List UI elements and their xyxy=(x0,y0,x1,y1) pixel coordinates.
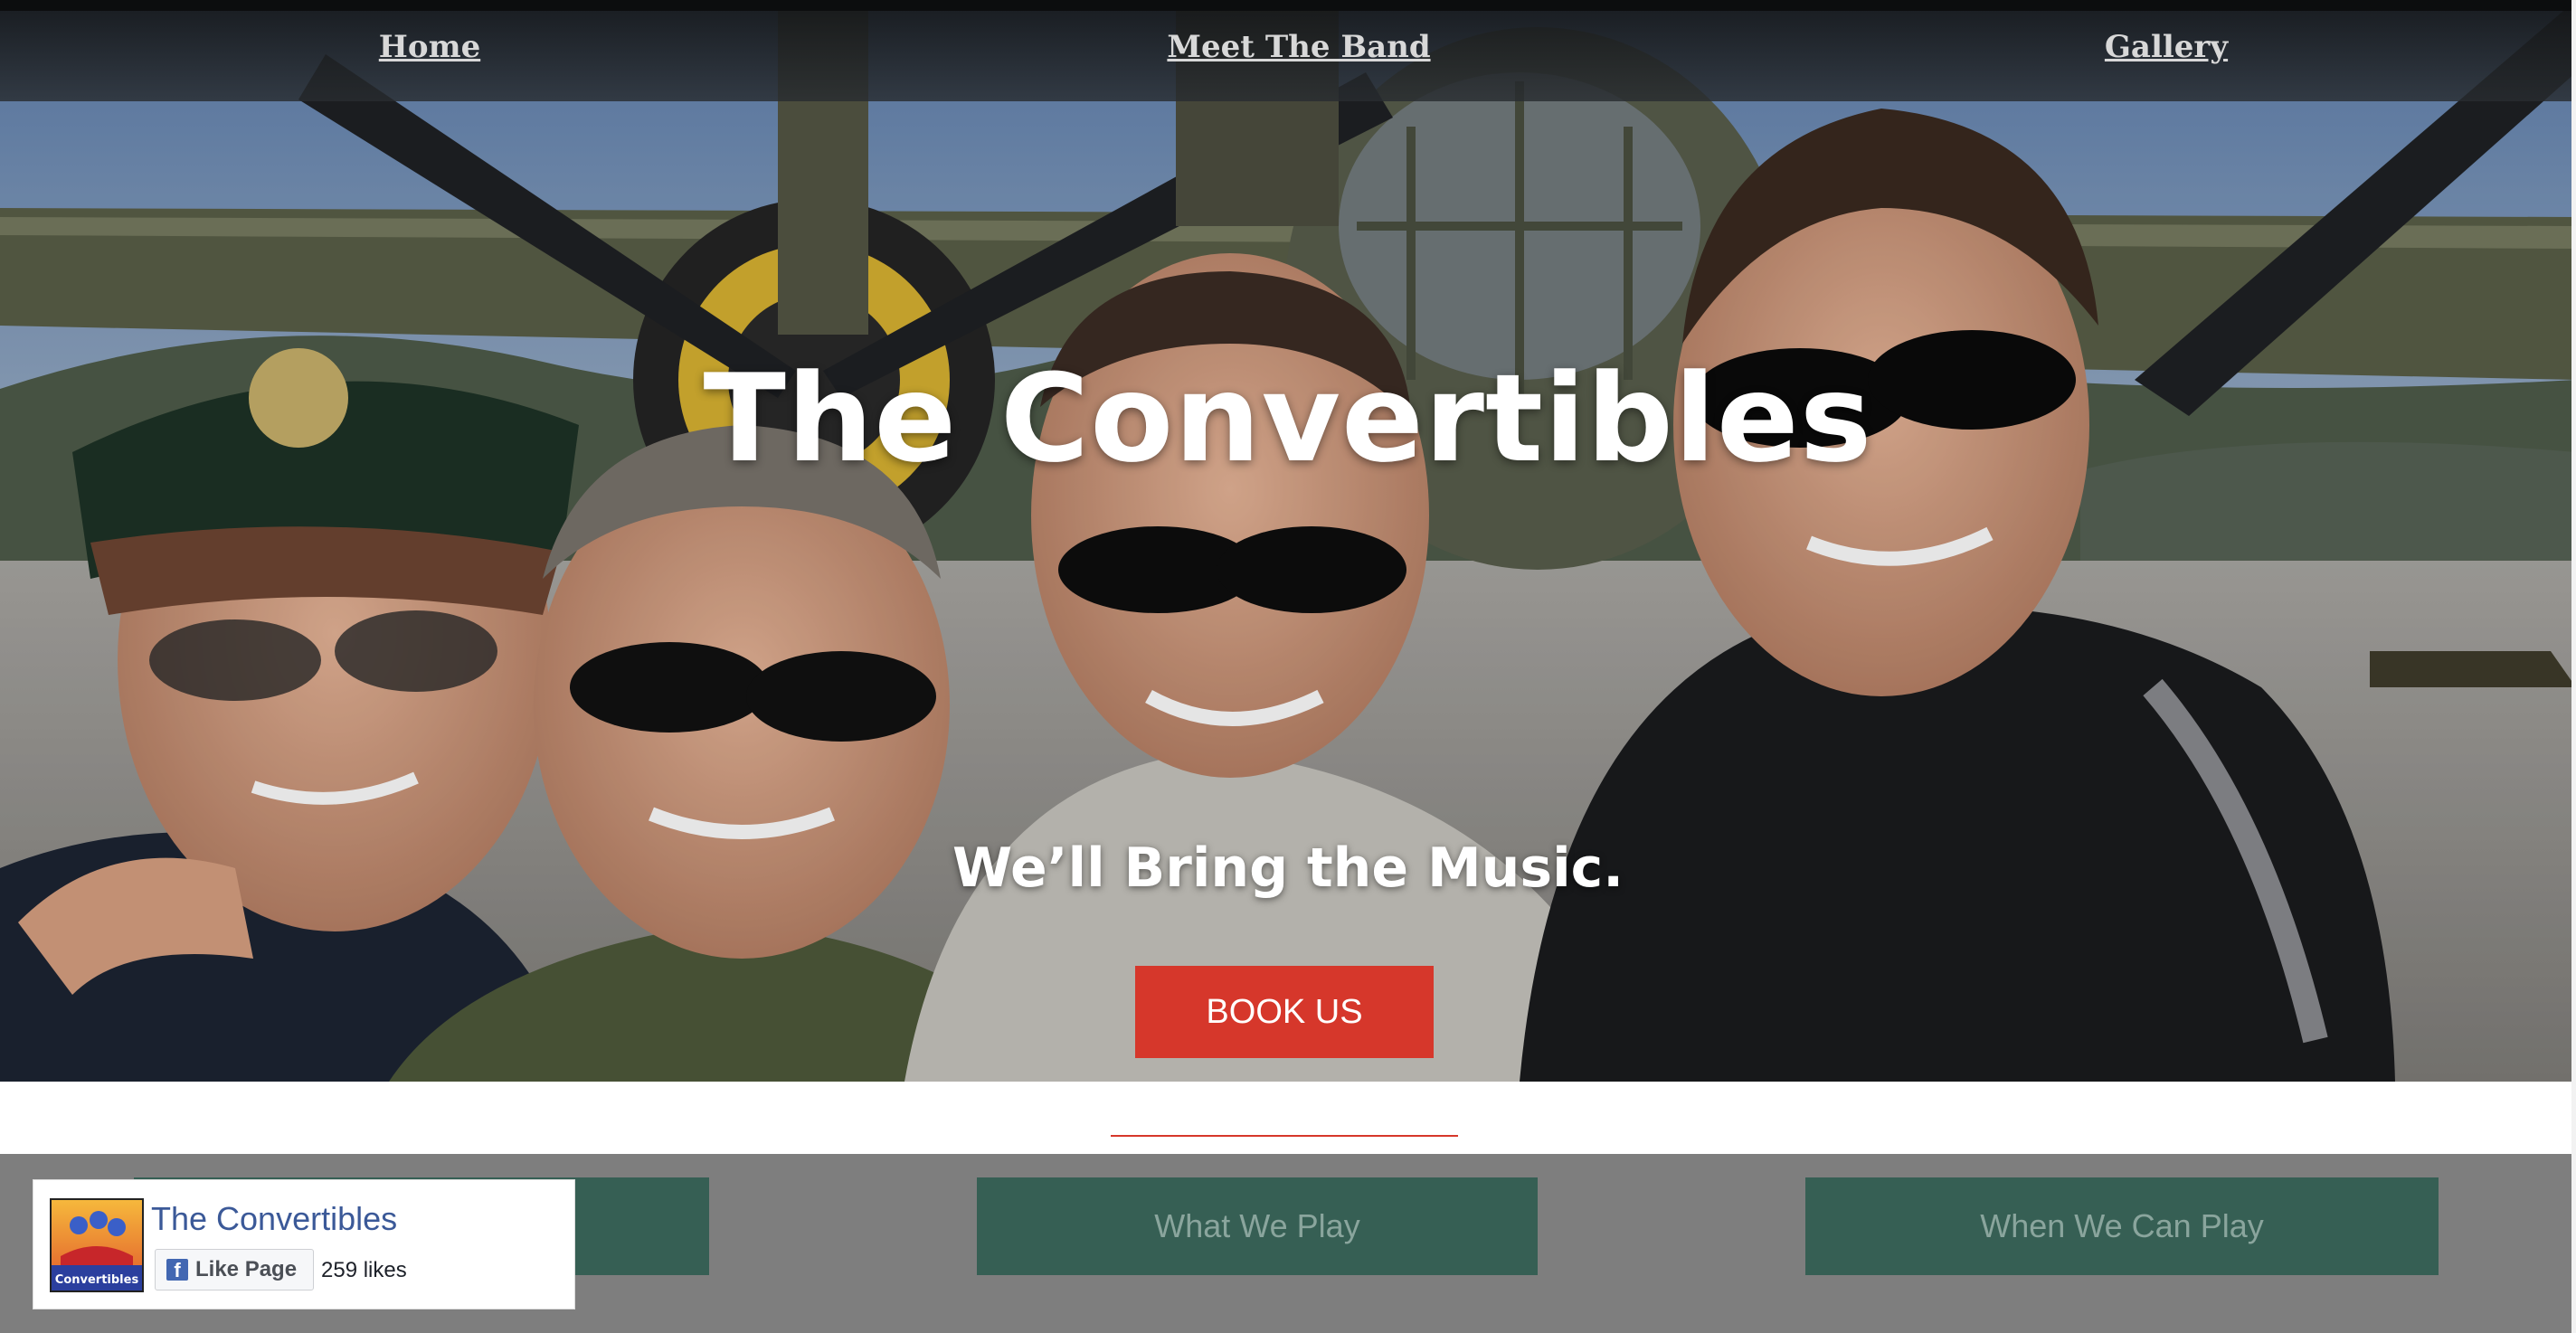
top-nav: Home Meet The Band Gallery xyxy=(0,11,2576,101)
hero-overlay xyxy=(0,0,2576,1082)
band-logo[interactable]: Convertibles xyxy=(50,1198,144,1292)
hero-section: The Convertibles We’ll Bring the Music. … xyxy=(0,0,2576,1082)
section-divider xyxy=(1111,1135,1458,1137)
facebook-f-icon: f xyxy=(166,1259,188,1281)
like-page-label: Like Page xyxy=(195,1257,298,1281)
top-edge xyxy=(0,0,2576,11)
when-we-can-play-button[interactable]: When We Can Play xyxy=(1805,1177,2439,1275)
like-page-button[interactable]: f Like Page xyxy=(155,1249,314,1290)
nav-home-link[interactable]: Home xyxy=(379,29,480,65)
book-us-button[interactable]: BOOK US xyxy=(1135,966,1434,1058)
page: The Convertibles We’ll Bring the Music. … xyxy=(0,0,2576,1333)
likes-count: 259 likes xyxy=(321,1258,407,1282)
band-logo-image: Convertibles xyxy=(52,1200,142,1290)
facebook-page-name-link[interactable]: The Convertibles xyxy=(151,1200,397,1238)
nav-meet-the-band-link[interactable]: Meet The Band xyxy=(1167,29,1430,65)
facebook-page-widget: Convertibles The Convertibles f Like Pag… xyxy=(33,1179,575,1309)
hero-tagline: We’ll Bring the Music. xyxy=(952,837,1624,900)
nav-gallery-link[interactable]: Gallery xyxy=(2105,29,2228,65)
scrollbar-gutter xyxy=(2571,0,2576,1333)
what-we-play-button[interactable]: What We Play xyxy=(977,1177,1538,1275)
svg-text:Convertibles: Convertibles xyxy=(55,1273,139,1287)
hero-title: The Convertibles xyxy=(703,348,1873,489)
